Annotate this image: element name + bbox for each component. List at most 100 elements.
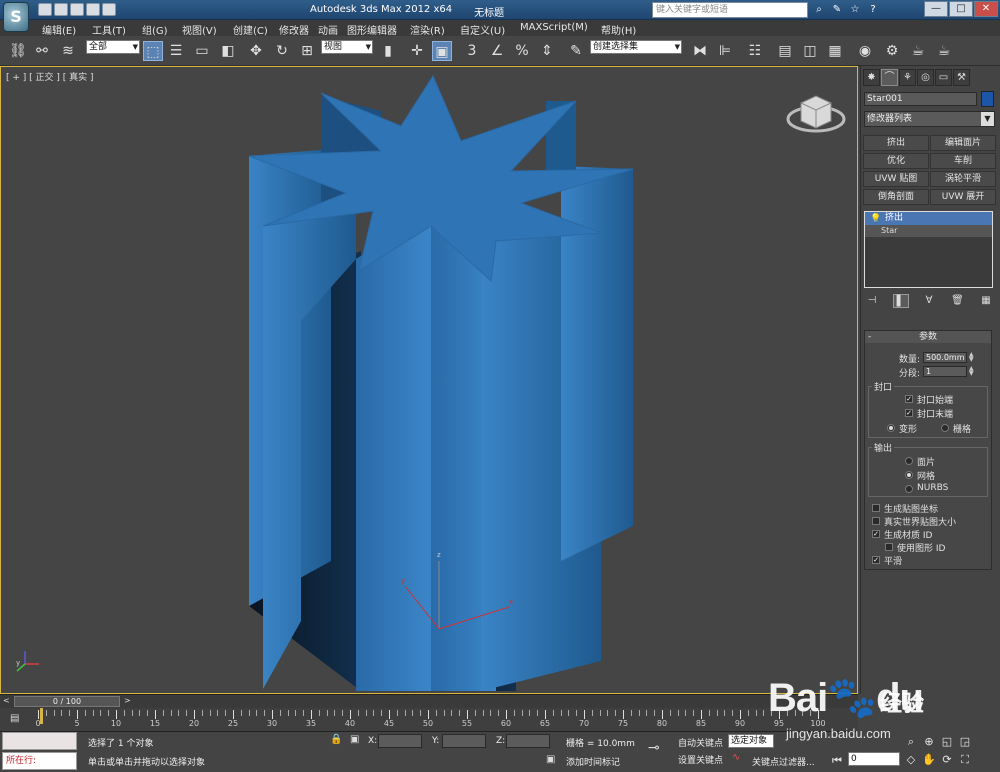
close-button[interactable]: ✕ (974, 1, 998, 17)
x-coordinate-field[interactable] (378, 734, 422, 748)
menu-edit[interactable]: 编辑(E) (42, 22, 76, 37)
y-coordinate-field[interactable] (442, 734, 486, 748)
object-name-field[interactable]: Star001 (864, 92, 977, 106)
gen-mat-ids-checkbox[interactable]: ✓ (872, 530, 880, 538)
chevron-down-icon[interactable]: ▼ (981, 112, 994, 126)
next-frame-icon[interactable]: > (124, 696, 131, 705)
orbit-icon[interactable]: ⟳ (940, 753, 954, 767)
goto-start-icon[interactable]: ⏮ (830, 754, 844, 768)
menu-modifiers[interactable]: 修改器 (279, 22, 309, 37)
uvw-map-button[interactable]: UVW 贴图 (863, 171, 929, 187)
help-icon[interactable]: ? (866, 3, 880, 16)
segments-input[interactable]: 1 (923, 366, 967, 377)
layer-manager-icon[interactable]: ☷ (745, 41, 765, 61)
keyboard-shortcut-override-icon[interactable]: ▣ (432, 41, 452, 61)
menu-tools[interactable]: 工具(T) (92, 22, 126, 37)
pan-icon[interactable]: ✋ (922, 753, 936, 767)
select-object-icon[interactable]: ⬚ (143, 41, 163, 61)
add-time-tag-button[interactable]: 添加时间标记 (566, 755, 620, 768)
percent-snap-icon[interactable]: % (512, 41, 532, 61)
nurbs-radio[interactable] (905, 485, 913, 493)
utilities-tab-icon[interactable]: ⚒ (953, 69, 970, 86)
stack-item-extrude[interactable]: 💡 挤出 (865, 212, 992, 225)
pivot-center-icon[interactable]: ▮ (378, 41, 398, 61)
set-key-button[interactable]: 设置关键点 (678, 753, 723, 766)
pin-stack-icon[interactable]: ⊣ (864, 294, 880, 308)
perspective-viewport[interactable]: z x y y [ + ] [ 正交 ] [ 真实 ] (0, 66, 858, 694)
named-selection-dropdown[interactable]: 创建选择集 (590, 40, 682, 54)
amount-spinner[interactable]: ▲ ▼ (969, 352, 975, 363)
real-world-map-checkbox[interactable] (872, 517, 880, 525)
snaps-toggle-icon[interactable]: 3 (462, 41, 482, 61)
cap-start-checkbox[interactable]: ✓ (905, 395, 913, 403)
mini-curve-editor-icon[interactable]: ▤ (10, 713, 19, 724)
optimize-button[interactable]: 优化 (863, 153, 929, 169)
key-filters-button[interactable]: 关键点过滤器... (752, 755, 815, 768)
edit-named-selection-icon[interactable]: ✎ (566, 41, 586, 61)
make-unique-icon[interactable]: ∀ (921, 294, 937, 308)
morph-radio[interactable] (887, 424, 895, 432)
menu-help[interactable]: 帮助(H) (601, 22, 636, 37)
grid-radio[interactable] (941, 424, 949, 432)
maximize-button[interactable]: □ (949, 1, 973, 17)
track-bar[interactable]: ▤ 0 5 10 15 20 25 30 35 40 45 50 55 60 65 70 75 80 85 90 95… (0, 708, 858, 732)
link-icon[interactable]: ⛓ (8, 41, 28, 61)
time-slider[interactable]: < 0 / 100 > (0, 694, 858, 708)
selection-filter-dropdown[interactable]: 全部 (86, 40, 140, 54)
minimize-button[interactable]: — (924, 1, 948, 17)
undo-icon[interactable] (86, 3, 100, 16)
absolute-mode-icon[interactable]: ▣ (350, 734, 359, 745)
viewport-label[interactable]: [ + ] [ 正交 ] [ 真实 ] (6, 70, 94, 83)
scene-canvas[interactable]: z x y y (1, 67, 859, 695)
z-coordinate-field[interactable] (506, 734, 550, 748)
turbosmooth-button[interactable]: 涡轮平滑 (930, 171, 996, 187)
menu-animation[interactable]: 动画 (318, 22, 338, 37)
application-button[interactable]: S (3, 2, 29, 32)
amount-input[interactable]: 500.0mm (923, 352, 967, 363)
menu-group[interactable]: 组(G) (142, 22, 168, 37)
maxscript-listener[interactable] (2, 732, 77, 750)
time-slider-thumb[interactable]: 0 / 100 (14, 696, 120, 707)
spinner-snap-icon[interactable]: ⇕ (537, 41, 557, 61)
auto-key-button[interactable]: 自动关键点 (678, 736, 723, 749)
rotate-icon[interactable]: ↻ (272, 41, 292, 61)
mesh-radio[interactable] (905, 471, 913, 479)
object-color-swatch[interactable] (981, 91, 994, 107)
render-setup-icon[interactable]: ⚙ (882, 41, 902, 61)
open-file-icon[interactable] (54, 3, 68, 16)
edit-patch-button[interactable]: 编辑面片 (930, 135, 996, 151)
segments-spinner[interactable]: ▲ ▼ (969, 366, 975, 377)
menu-views[interactable]: 视图(V) (182, 22, 217, 37)
current-frame-field[interactable]: 0 (848, 752, 900, 766)
show-end-result-icon[interactable]: ▌ (892, 294, 909, 308)
menu-customize[interactable]: 自定义(U) (460, 22, 505, 37)
zoom-extents-all-icon[interactable]: ◲ (958, 735, 972, 749)
key-icon[interactable]: ⊸ (648, 740, 660, 756)
gen-map-coords-checkbox[interactable] (872, 504, 880, 512)
select-manipulate-icon[interactable]: ✛ (407, 41, 427, 61)
material-editor-icon[interactable]: ◉ (855, 41, 875, 61)
render-production-icon[interactable]: ☕ (934, 41, 954, 61)
cap-end-checkbox[interactable]: ✓ (905, 409, 913, 417)
menu-maxscript[interactable]: MAXScript(M) (520, 22, 588, 33)
unlink-icon[interactable]: ⚯ (32, 41, 52, 61)
binoculars-icon[interactable]: ⌕ (812, 3, 826, 16)
graphite-toggle-icon[interactable]: ▤ (775, 41, 795, 61)
extruded-star-object[interactable] (248, 74, 634, 691)
display-tab-icon[interactable]: ▭ (935, 69, 952, 86)
menu-rendering[interactable]: 渲染(R) (410, 22, 445, 37)
maximize-viewport-icon[interactable]: ⛶ (958, 753, 972, 767)
configure-sets-icon[interactable]: ▦ (978, 294, 994, 308)
frame-ruler[interactable]: 0 5 10 15 20 25 30 35 40 45 50 55 60 65 70 75 80 85 90 95 10… (35, 708, 826, 732)
lock-selection-icon[interactable]: 🔒 (330, 734, 342, 745)
use-shape-ids-checkbox[interactable] (885, 543, 893, 551)
rect-selection-region-icon[interactable]: ▭ (192, 41, 212, 61)
tools-icon[interactable]: ✎ (830, 3, 844, 16)
unwrap-uvw-button[interactable]: UVW 展开 (930, 189, 996, 205)
search-input[interactable]: 键入关键字或短语 (652, 2, 808, 18)
motion-tab-icon[interactable]: ◎ (917, 69, 934, 86)
create-tab-icon[interactable]: ✸ (863, 69, 880, 86)
rendered-frame-icon[interactable]: ☕ (908, 41, 928, 61)
lathe-button[interactable]: 车削 (930, 153, 996, 169)
hierarchy-tab-icon[interactable]: ⚘ (899, 69, 916, 86)
